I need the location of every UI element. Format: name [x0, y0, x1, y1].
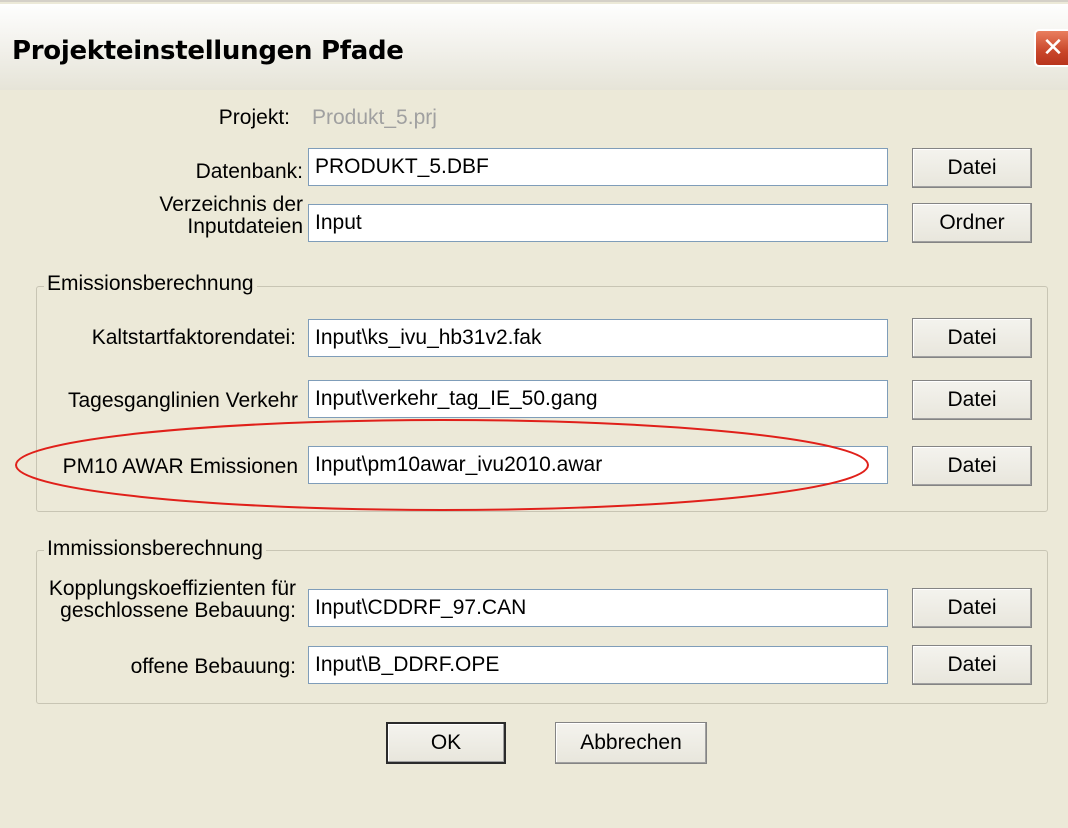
project-label: Projekt:: [218, 106, 290, 129]
database-field[interactable]: PRODUKT_5.DBF: [308, 148, 888, 186]
close-button[interactable]: ✕: [1034, 29, 1068, 67]
pm10-field[interactable]: Input\pm10awar_ivu2010.awar: [308, 446, 888, 484]
input-dir-label-line2: Inputdateien: [187, 215, 303, 238]
title-bar[interactable]: Projekteinstellungen Pfade ✕: [0, 4, 1068, 90]
open-building-label: offene Bebauung:: [130, 655, 296, 678]
dialog-body: Projekt: Produkt_5.prj Datenbank: PRODUK…: [0, 90, 1068, 828]
ok-button[interactable]: OK: [386, 722, 506, 764]
pm10-file-button[interactable]: Datei: [912, 446, 1032, 486]
cold-start-label: Kaltstartfaktorendatei:: [91, 326, 296, 349]
coupling-closed-label: Kopplungskoeffizienten für geschlossene …: [49, 578, 296, 622]
database-label: Datenbank:: [195, 160, 303, 183]
window-title: Projekteinstellungen Pfade: [12, 36, 404, 66]
input-dir-folder-button[interactable]: Ordner: [912, 203, 1032, 243]
emission-group-title: Emissionsberechnung: [44, 272, 257, 296]
project-value: Produkt_5.prj: [312, 106, 437, 129]
dialog-window: Projekteinstellungen Pfade ✕ Projekt: Pr…: [0, 0, 1068, 828]
input-dir-label: Verzeichnis der Inputdateien: [159, 194, 303, 238]
coupling-closed-file-button[interactable]: Datei: [912, 588, 1032, 628]
input-dir-label-line1: Verzeichnis der: [159, 193, 303, 216]
traffic-curves-field[interactable]: Input\verkehr_tag_IE_50.gang: [308, 380, 888, 418]
immission-group-title: Immissionsberechnung: [44, 537, 266, 561]
cancel-button[interactable]: Abbrechen: [555, 722, 707, 764]
open-building-file-button[interactable]: Datei: [912, 645, 1032, 685]
database-file-button[interactable]: Datei: [912, 148, 1032, 188]
input-dir-field[interactable]: Input: [308, 204, 888, 242]
coupling-closed-field[interactable]: Input\CDDRF_97.CAN: [308, 589, 888, 627]
coupling-closed-label-line2: geschlossene Bebauung:: [60, 599, 296, 622]
open-building-field[interactable]: Input\B_DDRF.OPE: [308, 646, 888, 684]
cold-start-field[interactable]: Input\ks_ivu_hb31v2.fak: [308, 319, 888, 357]
traffic-curves-file-button[interactable]: Datei: [912, 380, 1032, 420]
traffic-curves-label: Tagesganglinien Verkehr: [68, 389, 298, 412]
pm10-label: PM10 AWAR Emissionen: [62, 455, 298, 478]
close-icon: ✕: [1042, 33, 1064, 63]
coupling-closed-label-line1: Kopplungskoeffizienten für: [48, 577, 296, 600]
cold-start-file-button[interactable]: Datei: [912, 318, 1032, 358]
